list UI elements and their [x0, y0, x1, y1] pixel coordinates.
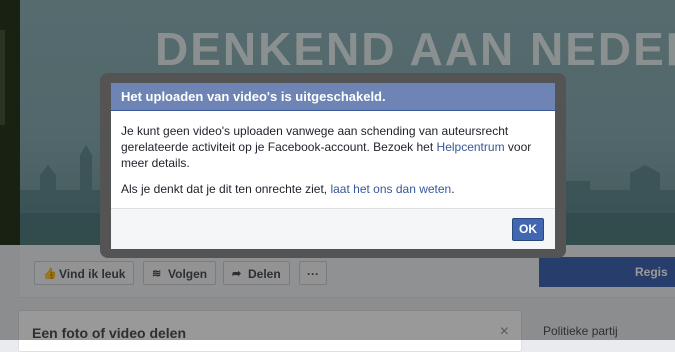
report-mistake-link[interactable]: laat het ons dan weten: [330, 182, 451, 196]
upload-disabled-dialog: Het uploaden van video's is uitgeschakel…: [111, 83, 555, 249]
dialog-footer: OK: [111, 208, 555, 249]
paragraph-2-suffix: .: [451, 182, 455, 196]
dialog-paragraph-1: Je kunt geen video's uploaden vanwege aa…: [121, 123, 545, 171]
dialog-body: Je kunt geen video's uploaden vanwege aa…: [111, 111, 555, 197]
dialog-header: Het uploaden van video's is uitgeschakel…: [111, 83, 555, 111]
ok-button[interactable]: OK: [512, 218, 544, 241]
dialog-frame: Het uploaden van video's is uitgeschakel…: [100, 73, 566, 258]
dialog-paragraph-2: Als je denkt dat je dit ten onrechte zie…: [121, 181, 545, 197]
dialog-title: Het uploaden van video's is uitgeschakel…: [121, 89, 386, 104]
help-center-link[interactable]: Helpcentrum: [437, 140, 505, 154]
paragraph-2-text: Als je denkt dat je dit ten onrechte zie…: [121, 182, 331, 196]
